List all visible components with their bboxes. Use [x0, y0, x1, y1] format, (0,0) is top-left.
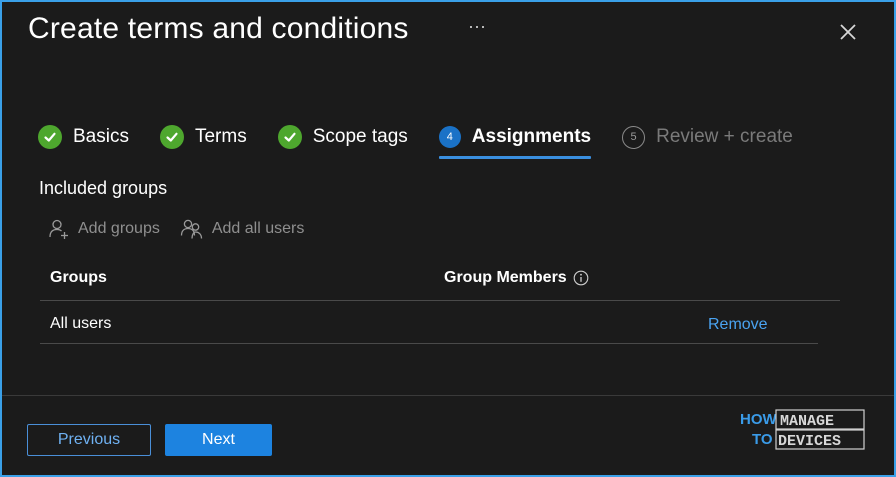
step-number-badge: 4	[438, 126, 461, 148]
step-label: Scope tags	[312, 126, 408, 147]
table-row: All users Remove	[40, 301, 818, 344]
group-name: All users	[50, 315, 112, 332]
step-label: Review + create	[656, 126, 793, 147]
step-label: Terms	[194, 126, 247, 147]
footer: Previous Next HOW TO MANAGE DEVICES	[2, 395, 894, 475]
remove-link[interactable]: Remove	[708, 316, 768, 334]
add-all-users-button[interactable]: Add all users	[180, 218, 305, 240]
checkmark-icon	[38, 125, 62, 149]
logo-how: HOW	[740, 411, 778, 428]
checkmark-icon	[159, 125, 184, 149]
dialog: Create terms and conditions ··· Basics T…	[0, 0, 896, 477]
step-number-badge: 5	[622, 125, 646, 149]
checkmark-icon	[277, 125, 302, 149]
close-icon[interactable]	[836, 20, 860, 44]
add-groups-label: Add groups	[78, 220, 160, 237]
step-terms[interactable]: Terms	[159, 122, 247, 152]
column-header-groups: Groups	[50, 269, 107, 286]
people-icon	[180, 219, 202, 239]
info-icon[interactable]	[573, 270, 589, 286]
logo-to: TO	[752, 431, 773, 448]
command-bar: Add groups Add all users	[48, 218, 324, 240]
column-header-group-members: Group Members	[444, 269, 589, 287]
step-basics[interactable]: Basics	[38, 122, 129, 152]
previous-button[interactable]: Previous	[27, 424, 151, 456]
logo-devices: DEVICES	[778, 433, 841, 450]
add-all-users-label: Add all users	[211, 220, 305, 237]
column-header-label: Group Members	[444, 269, 567, 286]
how-to-manage-devices-logo: HOW TO MANAGE DEVICES	[740, 409, 865, 450]
add-groups-button[interactable]: Add groups	[48, 218, 160, 240]
step-label: Assignments	[471, 126, 592, 147]
wizard-steps: Basics Terms Scope tags 4 Assignments 5 …	[38, 122, 824, 162]
section-heading: Included groups	[39, 178, 168, 198]
table-header: Groups Group Members	[40, 264, 840, 301]
step-scope-tags[interactable]: Scope tags	[277, 122, 408, 152]
logo-manage: MANAGE	[780, 413, 834, 430]
page-title: Create terms and conditions	[28, 12, 409, 45]
step-label: Basics	[73, 126, 129, 147]
add-person-icon	[49, 219, 68, 239]
step-review-create[interactable]: 5 Review + create	[622, 122, 793, 152]
step-assignments[interactable]: 4 Assignments	[438, 122, 592, 159]
more-options-icon[interactable]: ···	[468, 16, 486, 37]
next-button[interactable]: Next	[165, 424, 272, 456]
